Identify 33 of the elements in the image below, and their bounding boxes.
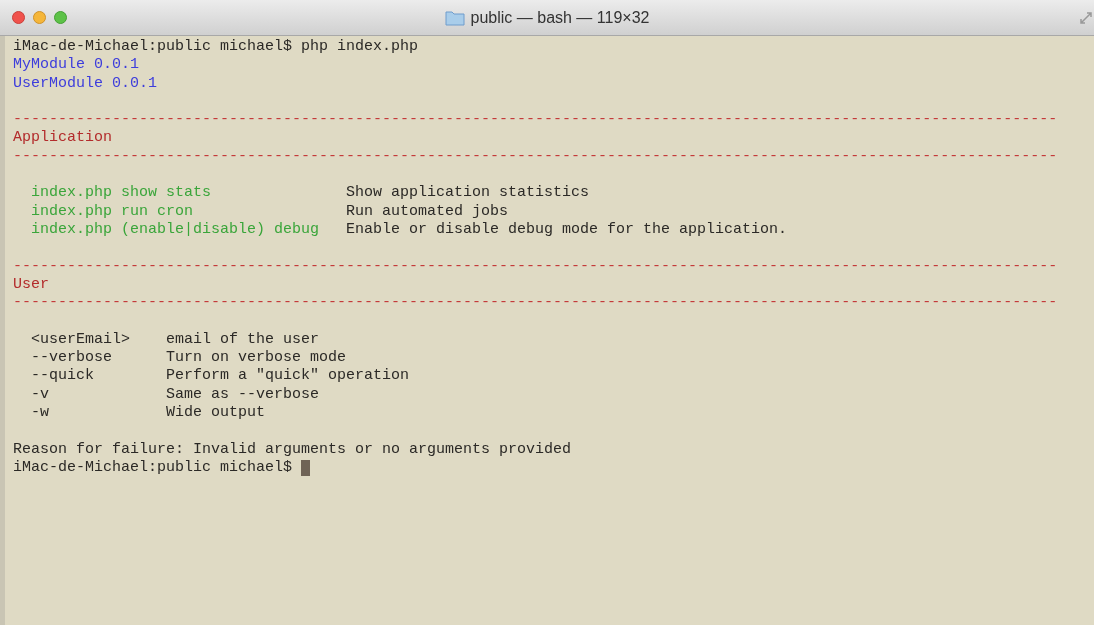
minimize-button[interactable] <box>33 11 46 24</box>
output-line: Reason for failure: Invalid arguments or no arguments provided <box>13 440 572 458</box>
folder-icon <box>444 9 465 26</box>
output-line: Application <box>13 129 113 147</box>
description: Enable or disable debug mode for the application. <box>346 220 788 240</box>
description: Same as --verbose <box>166 385 320 404</box>
output-line: User <box>13 275 49 293</box>
option-name: --verbose <box>31 349 112 367</box>
command-name: index.php show stats <box>31 184 212 202</box>
option-name: <userEmail> <box>31 330 131 348</box>
description: Perform a "quick" operation <box>166 367 410 386</box>
dashed-rule: -------------------------------------------------------------------------------------------------------------------- <box>13 147 1058 165</box>
dashed-rule: -------------------------------------------------------------------------------------------------------------------- <box>13 257 1058 275</box>
zoom-button[interactable] <box>54 11 67 24</box>
dashed-rule: -------------------------------------------------------------------------------------------------------------------- <box>13 294 1058 312</box>
option-name: -w <box>31 403 49 421</box>
description: Show application statistics <box>346 184 590 203</box>
close-button[interactable] <box>12 11 25 24</box>
description: Turn on verbose mode <box>166 349 347 368</box>
window-title: public — bash — 119×32 <box>470 7 650 28</box>
description: Run automated jobs <box>346 202 509 221</box>
command-name: index.php (enable|disable) debug <box>31 220 320 238</box>
output-line: iMac-de-Michael:public michael$ php index.php <box>13 38 419 55</box>
command-name: index.php run cron <box>31 202 194 220</box>
output-line: UserModule 0.0.1 <box>13 74 158 92</box>
option-name: --quick <box>31 367 94 385</box>
description: Wide output <box>166 403 266 423</box>
fullscreen-icon[interactable] <box>1080 12 1092 24</box>
prompt: iMac-de-Michael:public michael$ <box>13 458 293 478</box>
dashed-rule: -------------------------------------------------------------------------------------------------------------------- <box>13 111 1058 129</box>
option-name: -v <box>31 385 49 403</box>
output-line: MyModule 0.0.1 <box>13 56 140 74</box>
description: email of the user <box>166 330 320 350</box>
